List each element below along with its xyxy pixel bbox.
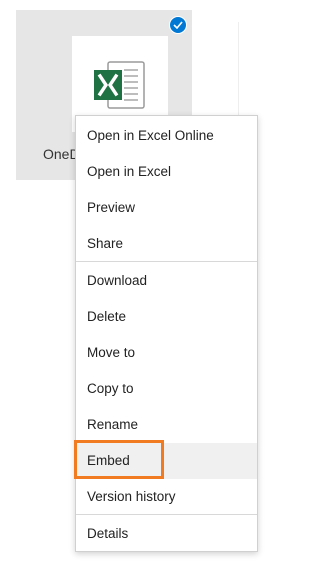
menu-item-embed[interactable]: Embed xyxy=(76,443,257,479)
menu-item-move-to[interactable]: Move to xyxy=(76,335,257,371)
menu-divider xyxy=(76,514,257,515)
menu-item-copy-to[interactable]: Copy to xyxy=(76,371,257,407)
menu-item-open-in-excel[interactable]: Open in Excel xyxy=(76,154,257,190)
menu-item-delete[interactable]: Delete xyxy=(76,299,257,335)
menu-divider xyxy=(76,261,257,262)
menu-item-preview[interactable]: Preview xyxy=(76,190,257,226)
menu-item-rename[interactable]: Rename xyxy=(76,407,257,443)
menu-item-details[interactable]: Details xyxy=(76,516,257,552)
context-menu: Open in Excel Online Open in Excel Previ… xyxy=(75,115,258,552)
menu-item-open-in-excel-online[interactable]: Open in Excel Online xyxy=(76,118,257,154)
selected-check-icon[interactable] xyxy=(169,16,187,34)
menu-item-download[interactable]: Download xyxy=(76,263,257,299)
menu-item-share[interactable]: Share xyxy=(76,226,257,262)
menu-item-version-history[interactable]: Version history xyxy=(76,479,257,515)
